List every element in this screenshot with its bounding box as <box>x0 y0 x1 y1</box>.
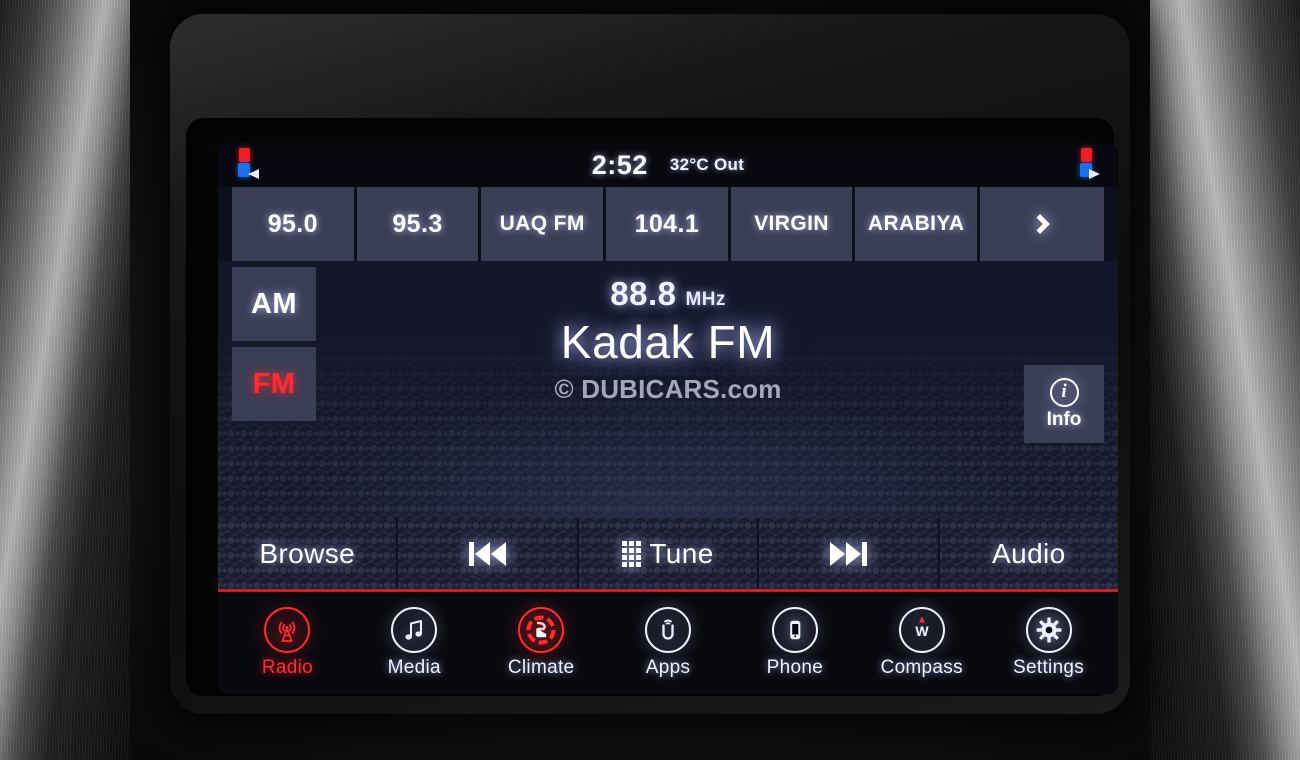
airflow-arrow-icon <box>1089 169 1100 179</box>
music-note-icon <box>391 607 438 653</box>
nav-label-apps: Apps <box>645 657 691 678</box>
dashboard-surround: 2:52 32°C Out 95.0 95.3 UAQ FM 104.1 VIR… <box>0 0 1300 760</box>
preset-label: ARABIYA <box>867 212 965 235</box>
phone-icon <box>771 607 818 653</box>
info-button[interactable]: i Info <box>1024 365 1104 443</box>
status-bar: 2:52 32°C Out <box>218 143 1118 187</box>
nav-label-media: Media <box>387 657 441 678</box>
keypad-icon <box>622 540 642 567</box>
preset-button-5[interactable]: VIRGIN <box>730 187 853 261</box>
nav-label-phone: Phone <box>766 657 824 678</box>
nav-label-climate: Climate <box>507 657 575 678</box>
climate-seat-icon <box>518 607 565 653</box>
now-playing-panel: AM FM 88.8 MHz Kadak FM © DUBICARS.com i… <box>218 261 1118 518</box>
nav-item-radio[interactable]: Radio <box>224 607 351 679</box>
info-icon: i <box>1049 377 1079 407</box>
frequency-line: 88.8 MHz <box>218 275 1118 313</box>
tune-button[interactable]: Tune <box>578 518 760 589</box>
nav-label-compass: Compass <box>880 657 963 678</box>
nav-item-settings[interactable]: Settings <box>985 607 1112 679</box>
audio-label: Audio <box>992 537 1066 569</box>
preset-button-6[interactable]: ARABIYA <box>855 187 978 261</box>
nav-item-apps[interactable]: Apps <box>605 607 732 679</box>
seat-climate-indicator-right <box>1079 146 1100 186</box>
nav-item-compass[interactable]: W Compass <box>858 607 985 679</box>
status-outside-temperature: 32°C Out <box>669 155 745 174</box>
dashboard-trim-right <box>1150 0 1300 760</box>
main-navigation-bar: Radio Media Climate Apps Phone W Compass… <box>218 592 1118 694</box>
browse-button[interactable]: Browse <box>218 518 399 589</box>
nav-label-radio: Radio <box>261 657 313 678</box>
preset-label: VIRGIN <box>754 212 829 235</box>
info-button-label: Info <box>1046 408 1082 430</box>
preset-label: 104.1 <box>634 209 700 238</box>
station-info: 88.8 MHz Kadak FM © DUBICARS.com <box>218 275 1118 405</box>
preset-next-page-button[interactable] <box>980 187 1105 261</box>
preset-button-4[interactable]: 104.1 <box>606 187 728 261</box>
preset-button-3[interactable]: UAQ FM <box>481 187 604 261</box>
audio-button[interactable]: Audio <box>939 518 1118 589</box>
gear-icon <box>1025 607 1072 653</box>
heat-indicator-icon <box>1081 148 1092 162</box>
frequency-unit: MHz <box>685 289 726 310</box>
svg-text:W: W <box>915 623 929 639</box>
station-name: Kadak FM <box>560 316 776 368</box>
tune-label: Tune <box>649 537 714 569</box>
radio-tower-icon <box>264 607 311 653</box>
preset-button-1[interactable]: 95.0 <box>232 187 354 261</box>
seek-up-button[interactable] <box>759 518 940 589</box>
infotainment-screen: 2:52 32°C Out 95.0 95.3 UAQ FM 104.1 VIR… <box>218 143 1118 694</box>
preset-button-2[interactable]: 95.3 <box>356 187 479 261</box>
preset-label: 95.3 <box>392 209 443 238</box>
radio-control-bar: Browse Tune Audio <box>218 518 1118 592</box>
nav-item-phone[interactable]: Phone <box>731 607 858 679</box>
dubicars-watermark: © DUBICARS.com <box>554 374 782 404</box>
preset-label: 95.0 <box>267 209 318 238</box>
nav-item-media[interactable]: Media <box>351 607 478 679</box>
seat-climate-indicator-left <box>237 146 259 186</box>
heat-indicator-icon <box>239 148 250 162</box>
frequency-value: 88.8 <box>610 275 677 312</box>
compass-icon: W <box>898 607 945 653</box>
seek-down-icon <box>469 541 507 566</box>
seek-down-button[interactable] <box>398 518 579 589</box>
preset-row: 95.0 95.3 UAQ FM 104.1 VIRGIN ARABIYA <box>218 187 1118 261</box>
uconnect-icon <box>645 607 691 653</box>
browse-label: Browse <box>259 537 356 569</box>
status-clock: 2:52 <box>591 149 648 180</box>
chevron-right-icon <box>1030 214 1050 234</box>
airflow-arrow-icon <box>248 169 259 179</box>
nav-label-settings: Settings <box>1013 657 1085 678</box>
nav-item-climate[interactable]: Climate <box>478 607 605 679</box>
seek-up-icon <box>829 541 867 566</box>
preset-label: UAQ FM <box>499 212 585 235</box>
dashboard-trim-left <box>0 0 130 760</box>
